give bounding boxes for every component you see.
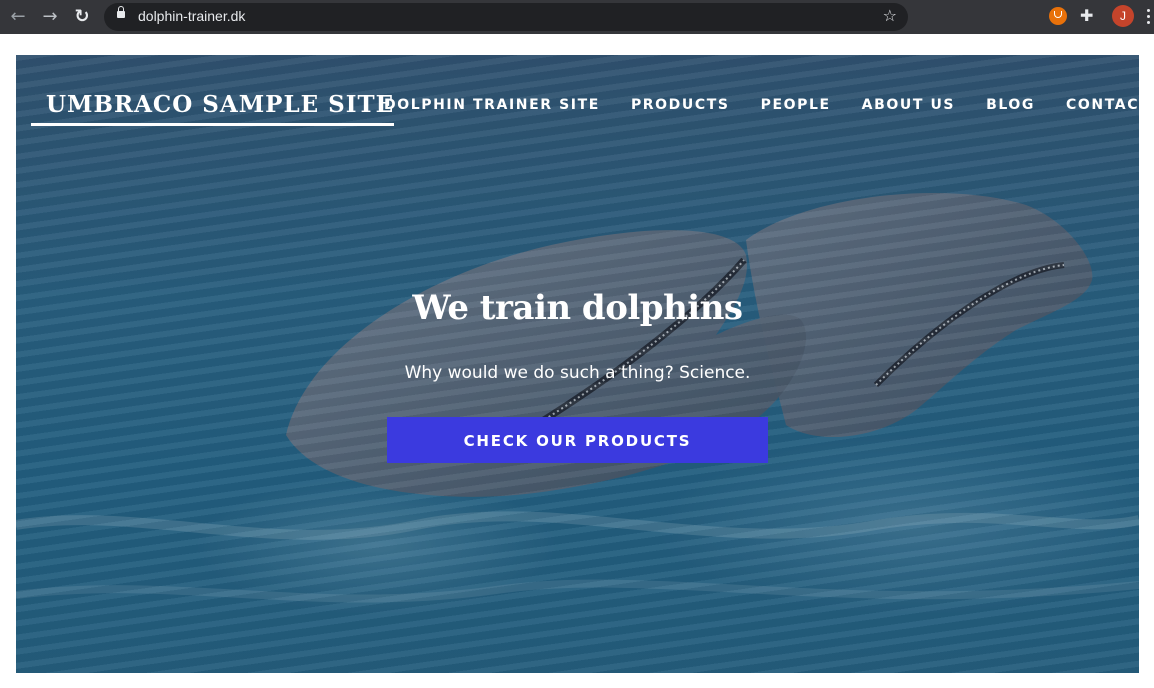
forward-arrow-icon[interactable]: → [39,6,61,28]
main-navigation: DOLPHIN TRAINER SITE PRODUCTS PEOPLE ABO… [384,97,1139,113]
nav-item-contact[interactable]: CONTACT [1066,97,1139,113]
avatar[interactable]: J [1112,5,1134,27]
hero-section: UMBRACO SAMPLE SITE DOLPHIN TRAINER SITE… [16,55,1139,673]
nav-item-blog[interactable]: BLOG [986,97,1035,113]
site-title[interactable]: UMBRACO SAMPLE SITE [31,91,395,126]
nav-item-about-us[interactable]: ABOUT US [862,97,955,113]
star-icon[interactable]: ☆ [883,6,897,25]
url-text[interactable]: dolphin-trainer.dk [138,8,245,24]
kebab-menu-icon[interactable] [1147,9,1150,25]
address-bar[interactable]: dolphin-trainer.dk ☆ [104,3,908,31]
browser-toolbar: ← → ↻ dolphin-trainer.dk ☆ ✚ J [0,0,1154,34]
hero-title: We train dolphins [412,288,743,328]
nav-item-people[interactable]: PEOPLE [761,97,831,113]
back-arrow-icon[interactable]: ← [7,6,29,28]
lock-icon[interactable] [117,6,125,18]
puzzle-icon[interactable]: ✚ [1080,6,1093,26]
nav-item-products[interactable]: PRODUCTS [631,97,730,113]
reload-icon[interactable]: ↻ [71,6,93,28]
check-products-button[interactable]: CHECK OUR PRODUCTS [387,417,768,463]
hero-subtitle: Why would we do such a thing? Science. [404,363,751,383]
ublock-icon[interactable] [1049,7,1067,25]
nav-item-dolphin-trainer-site[interactable]: DOLPHIN TRAINER SITE [384,97,600,113]
